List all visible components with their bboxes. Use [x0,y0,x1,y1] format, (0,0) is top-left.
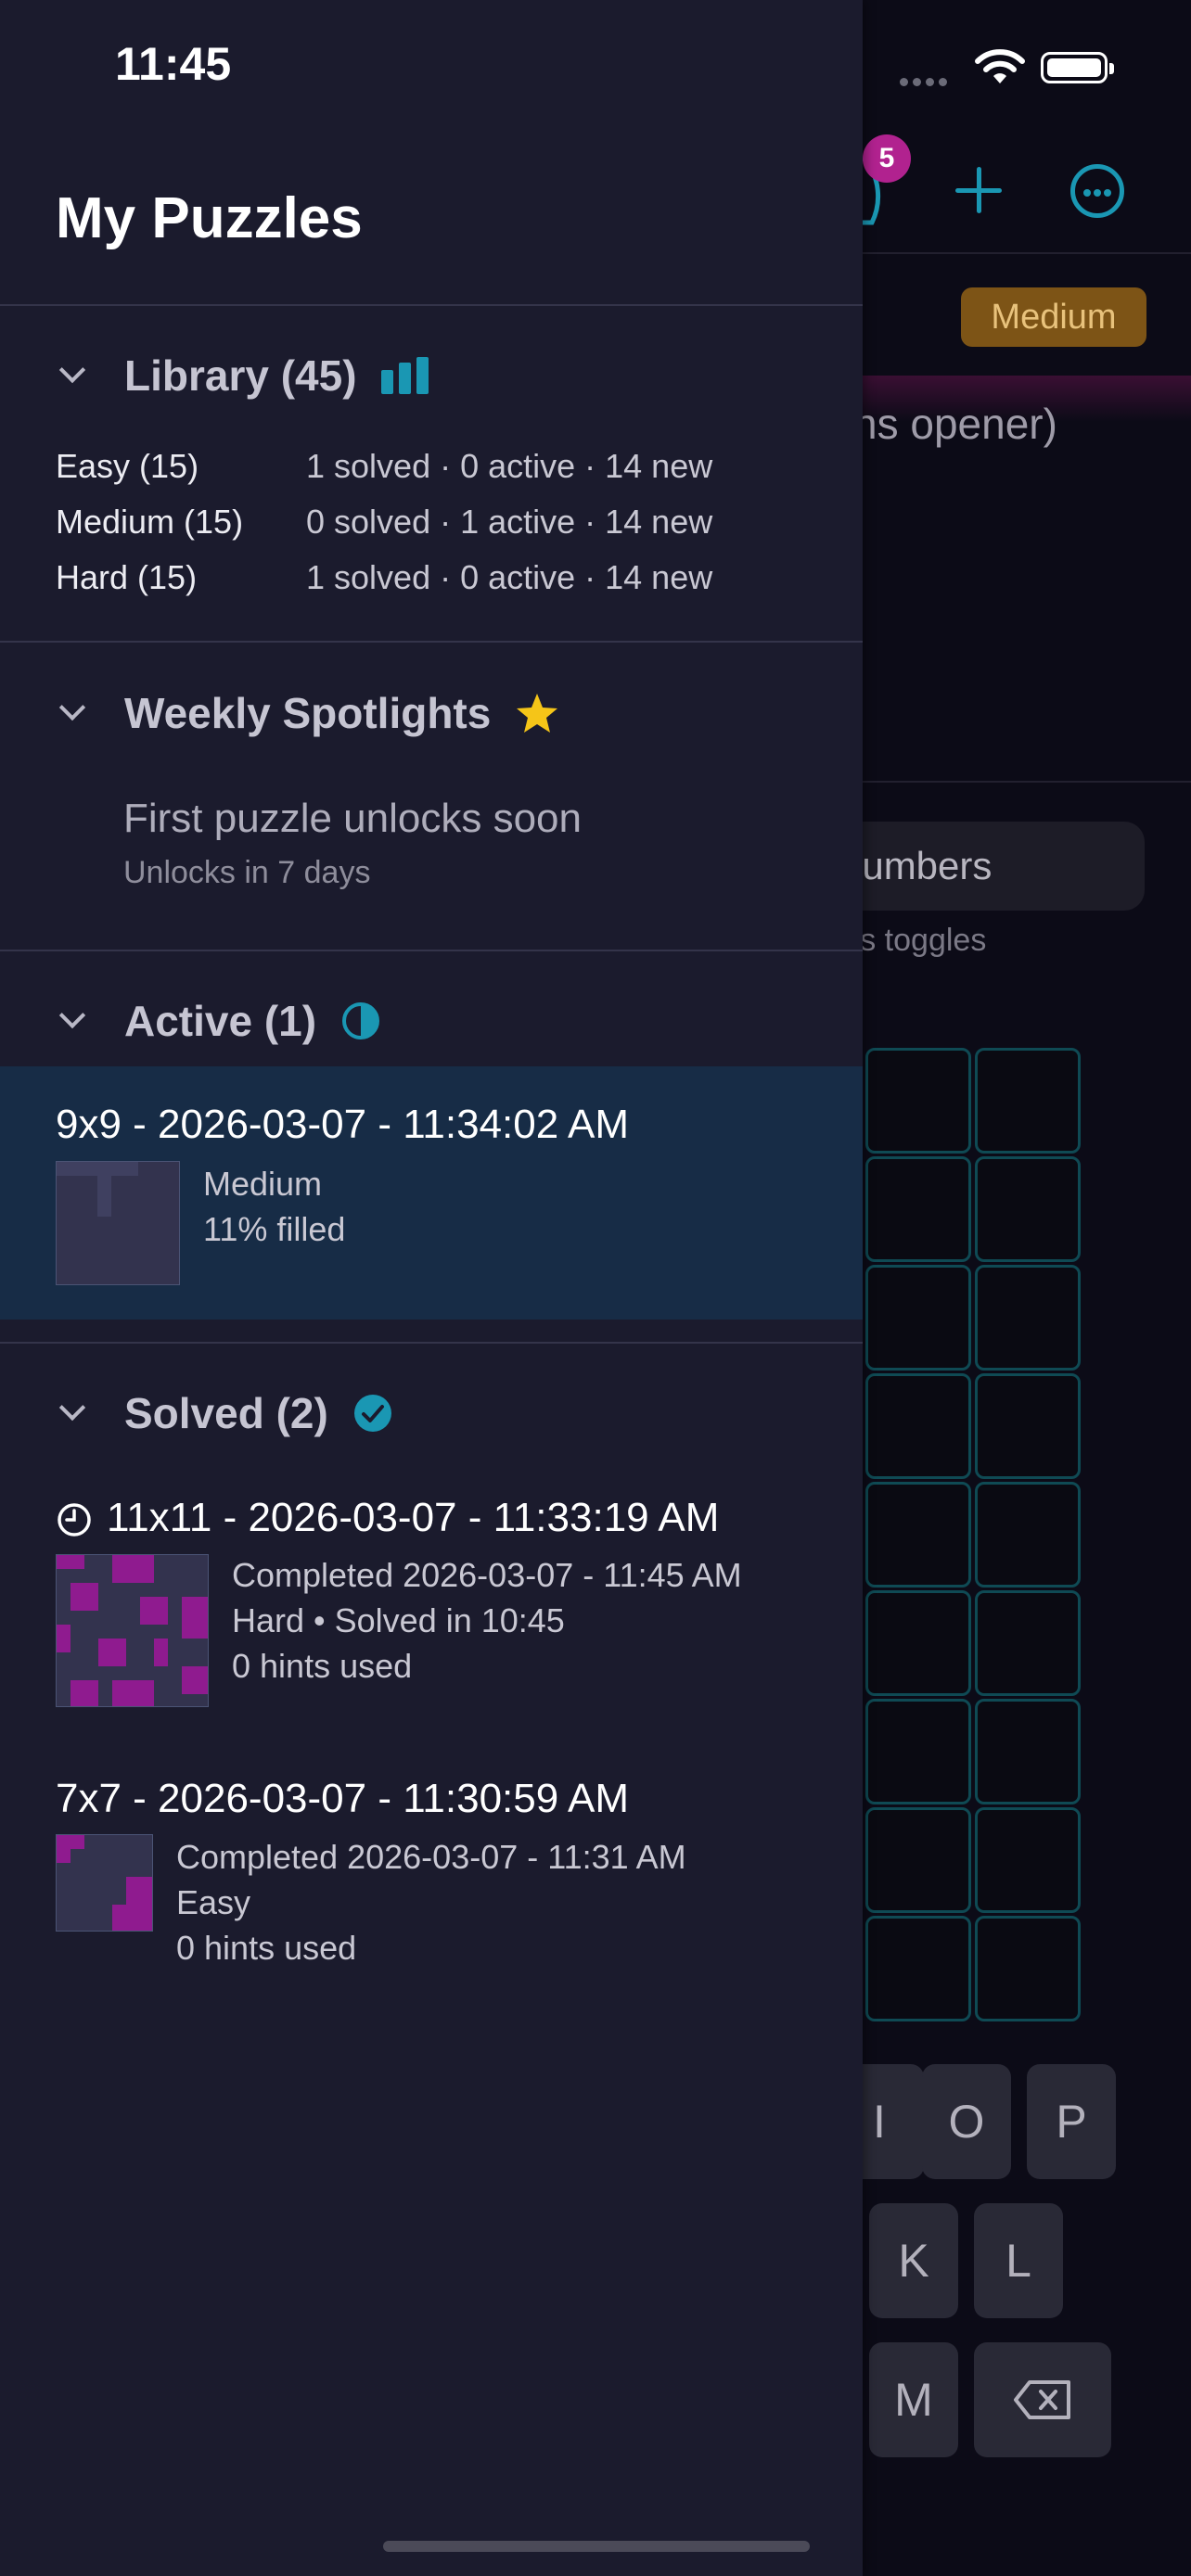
puzzle-title: 9x9 - 2026-03-07 - 11:34:02 AM [56,1102,630,1147]
grid-cell[interactable] [865,1699,971,1804]
checkmark-badge-icon [352,1393,393,1434]
puzzle-meta: Medium 11% filled [203,1161,345,1252]
library-header-label: Library (45) [124,351,357,400]
grid-cell[interactable] [865,1590,971,1696]
key-k[interactable]: K [869,2203,958,2318]
signal-icon [900,74,952,91]
half-circle-icon [340,1001,381,1041]
active-puzzle-item[interactable]: 9x9 - 2026-03-07 - 11:34:02 AM Medium 11… [0,1066,863,1320]
library-row-medium[interactable]: Medium (15) 0 solved · 1 active · 14 new [56,503,712,542]
grid-cell[interactable] [865,1265,971,1371]
more-options-icon[interactable] [1070,164,1124,218]
difficulty-time-text: Hard • Solved in 10:45 [232,1601,565,1639]
puzzle-title: 7x7 - 2026-03-07 - 11:30:59 AM [56,1776,630,1821]
library-row-hard[interactable]: Hard (15) 1 solved · 0 active · 14 new [56,558,712,597]
key-p[interactable]: P [1027,2064,1116,2179]
grid-cell[interactable] [865,1916,971,2021]
divider [0,950,863,951]
puzzle-thumbnail [56,1554,209,1707]
library-row-label: Medium (15) [56,503,244,541]
divider [0,304,863,306]
solved-header-label: Solved (2) [124,1389,328,1437]
grid-cell[interactable] [865,1048,971,1154]
difficulty-pill: Medium [961,287,1146,347]
grid-cell[interactable] [975,1699,1081,1804]
divider [863,781,1191,783]
grid-cell[interactable] [865,1156,971,1262]
library-row-easy[interactable]: Easy (15) 1 solved · 0 active · 14 new [56,447,712,486]
home-indicator[interactable] [383,2541,810,2552]
active-section-header[interactable]: Active (1) [56,996,381,1046]
grid-cell[interactable] [975,1590,1081,1696]
grid-cell[interactable] [975,1373,1081,1479]
difficulty-text: Easy [176,1883,251,1921]
puzzle-meta: Completed 2026-03-07 - 11:45 AM Hard • S… [232,1552,742,1689]
grid-cell[interactable] [975,1265,1081,1371]
key-m[interactable]: M [869,2342,958,2457]
spotlight-unlock-text: Unlocks in 7 days [123,855,371,890]
puzzle-progress: 11% filled [203,1210,346,1248]
chevron-down-icon [56,1004,89,1038]
battery-nub [1109,63,1114,74]
hint-count-badge: 5 [863,134,911,183]
status-time: 11:45 [115,38,232,90]
grid-cell[interactable] [975,1048,1081,1154]
library-row-stats: 0 solved · 1 active · 14 new [306,503,713,541]
grid-cell[interactable] [865,1373,971,1479]
key-l[interactable]: L [974,2203,1063,2318]
grid-cell[interactable] [975,1156,1081,1262]
backspace-icon [1014,2380,1070,2419]
chevron-down-icon [56,1396,89,1430]
chevron-down-icon [56,359,89,392]
library-row-stats: 1 solved · 0 active · 14 new [306,447,713,485]
bar-chart-icon [380,357,431,394]
puzzle-thumbnail [56,1161,180,1285]
star-icon [515,692,559,734]
spotlights-header-label: Weekly Spotlights [124,689,492,737]
library-section-header[interactable]: Library (45) [56,351,431,401]
divider [863,252,1191,254]
hints-used-text: 0 hints used [176,1929,357,1967]
grid-cell[interactable] [865,1807,971,1913]
divider [0,641,863,643]
clock-icon [58,1503,91,1537]
grid-cell[interactable] [975,1916,1081,2021]
grid-cell[interactable] [865,1482,971,1588]
wifi-icon [975,49,1025,83]
puzzle-meta: Completed 2026-03-07 - 11:31 AM Easy 0 h… [176,1834,686,1970]
status-bar-icons [900,46,1122,93]
grid-cell[interactable] [975,1807,1081,1913]
library-row-label: Hard (15) [56,558,198,596]
my-puzzles-drawer: 11:45 My Puzzles Library (45) Easy (15) … [0,0,863,2576]
page-title: My Puzzles [56,186,363,250]
key-o[interactable]: O [922,2064,1011,2179]
solved-section-header[interactable]: Solved (2) [56,1388,393,1438]
library-row-label: Easy (15) [56,447,199,485]
grid-cell[interactable] [975,1482,1081,1588]
active-header-label: Active (1) [124,997,317,1045]
hints-used-text: 0 hints used [232,1647,413,1685]
puzzle-title: 11x11 - 2026-03-07 - 11:33:19 AM [107,1495,720,1540]
spotlight-message: First puzzle unlocks soon [123,796,582,841]
add-icon[interactable] [946,158,1011,223]
library-row-stats: 1 solved · 0 active · 14 new [306,558,713,596]
divider [0,1342,863,1344]
puzzle-difficulty: Medium [203,1165,323,1203]
numbers-toggle[interactable]: lumbers [816,822,1145,911]
completed-text: Completed 2026-03-07 - 11:45 AM [232,1556,742,1594]
chevron-down-icon [56,696,89,730]
puzzle-thumbnail [56,1834,153,1932]
battery-icon [1041,52,1108,83]
puzzle-name-fragment: ns opener) [853,400,1057,448]
spotlights-section-header[interactable]: Weekly Spotlights [56,688,559,738]
completed-text: Completed 2026-03-07 - 11:31 AM [176,1838,686,1876]
backspace-key[interactable] [974,2342,1111,2457]
